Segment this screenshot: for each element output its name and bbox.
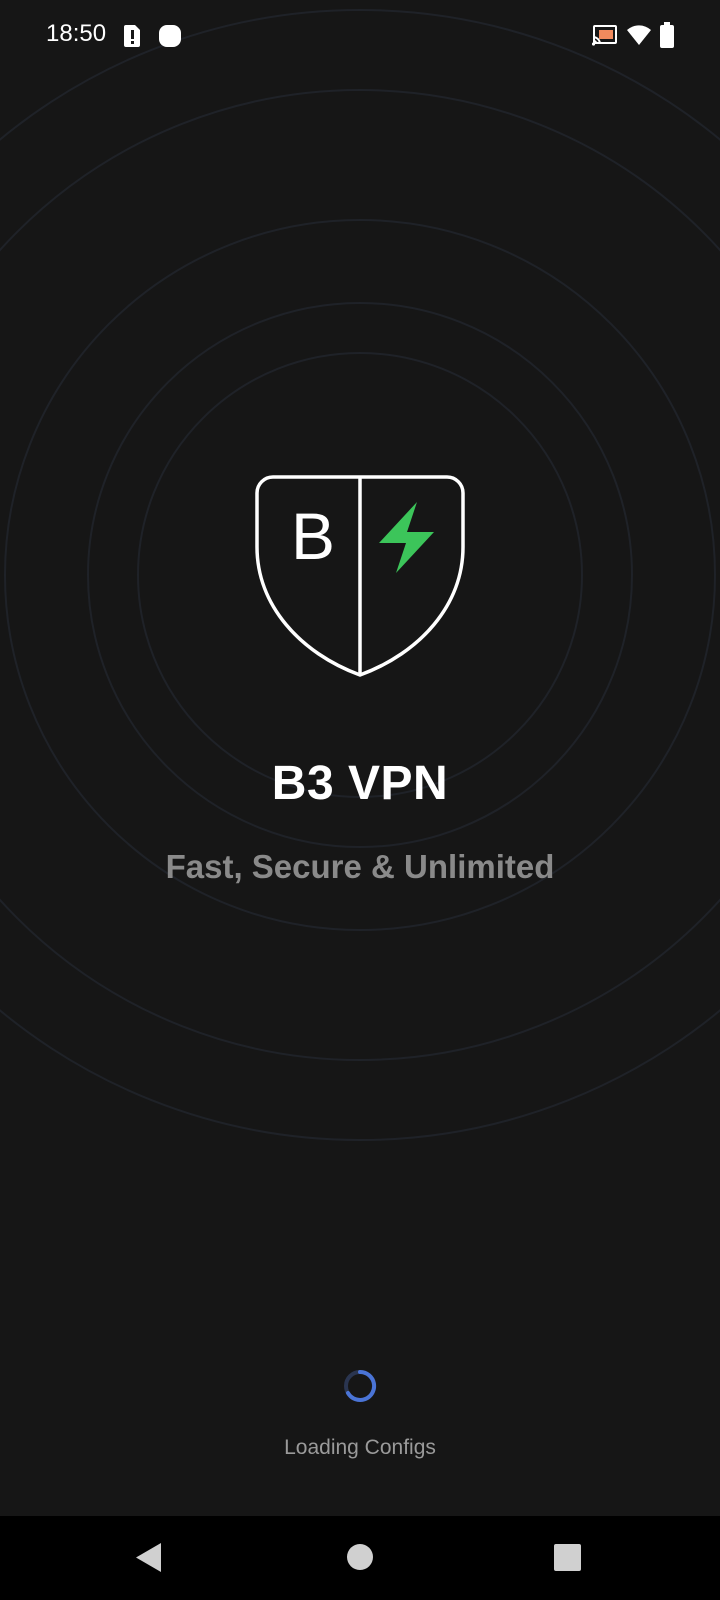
splash-screen: 18:50 B B3 VPN Fast, Secure & Unlimited … [0,0,720,1600]
battery-icon [660,22,674,48]
lightning-bolt-icon [379,502,434,573]
loading-status-text: Loading Configs [284,1436,436,1459]
status-time: 18:50 [46,20,107,47]
back-button[interactable] [100,1516,200,1600]
back-icon [136,1543,161,1572]
sim-alert-icon [124,25,140,47]
app-tagline: Fast, Secure & Unlimited [165,848,555,885]
recents-button[interactable] [517,1516,617,1600]
app-title: B3 VPN [271,757,449,810]
home-icon [347,1544,373,1570]
wifi-icon [627,25,651,45]
logo-letter: B [291,499,335,573]
cast-icon [592,25,617,46]
recents-icon [554,1544,581,1571]
status-bar: 18:50 [0,0,720,72]
app-logo-shield: B [255,475,465,677]
navigation-bar [0,1516,720,1600]
loading-spinner-icon [344,1369,377,1402]
home-button[interactable] [310,1516,410,1600]
notification-dot-icon [159,25,181,47]
